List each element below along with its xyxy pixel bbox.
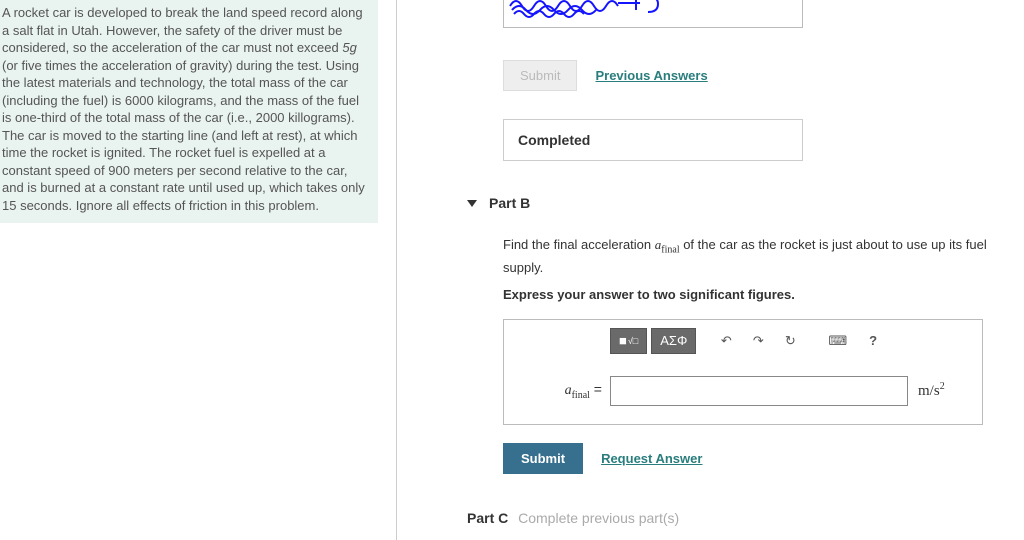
- part-c-message: Complete previous part(s): [518, 510, 679, 526]
- reset-button[interactable]: ↻: [776, 328, 804, 354]
- answer-box: ■√□ ΑΣΦ ↶ ↷ ↻ ⌨ ? afinal = m/s2: [503, 319, 983, 425]
- redo-button[interactable]: ↷: [744, 328, 772, 354]
- answer-unit: m/s2: [908, 381, 968, 400]
- undo-button[interactable]: ↶: [712, 328, 740, 354]
- templates-button[interactable]: ■√□: [610, 328, 647, 354]
- variable-sub: final: [661, 245, 679, 256]
- part-b-instruction: Express your answer to two significant f…: [503, 287, 795, 302]
- problem-statement: A rocket car is developed to break the l…: [0, 0, 378, 223]
- request-answer-link[interactable]: Request Answer: [601, 451, 702, 466]
- keyboard-button[interactable]: ⌨: [820, 328, 855, 354]
- accel-limit: 5g: [342, 40, 356, 55]
- vertical-divider: [396, 0, 397, 540]
- caret-down-icon: [467, 200, 477, 207]
- equation-toolbar: ■√□ ΑΣΦ ↶ ↷ ↻ ⌨ ?: [504, 320, 982, 362]
- problem-text-pre: A rocket car is developed to break the l…: [2, 5, 363, 55]
- submit-button[interactable]: Submit: [503, 443, 583, 474]
- part-a-answer-preview: [503, 0, 803, 28]
- part-c-label: Part C: [467, 510, 508, 526]
- part-b-header[interactable]: Part B: [467, 195, 1024, 211]
- answer-input[interactable]: [610, 376, 908, 406]
- greek-button[interactable]: ΑΣΦ: [651, 328, 696, 354]
- completed-status: Completed: [503, 119, 803, 161]
- part-c-row: Part C Complete previous part(s): [467, 510, 1024, 526]
- answer-label: afinal =: [518, 381, 610, 401]
- help-button[interactable]: ?: [859, 328, 887, 354]
- part-b-title: Part B: [489, 195, 530, 211]
- handwritten-answer-icon: [508, 0, 688, 24]
- submit-button-disabled: Submit: [503, 60, 577, 91]
- part-b-prompt-pre: Find the final acceleration: [503, 237, 655, 252]
- previous-answers-link[interactable]: Previous Answers: [595, 68, 707, 83]
- part-b-body: Find the final acceleration afinal of th…: [503, 235, 1024, 305]
- problem-text-post: (or five times the acceleration of gravi…: [2, 58, 365, 213]
